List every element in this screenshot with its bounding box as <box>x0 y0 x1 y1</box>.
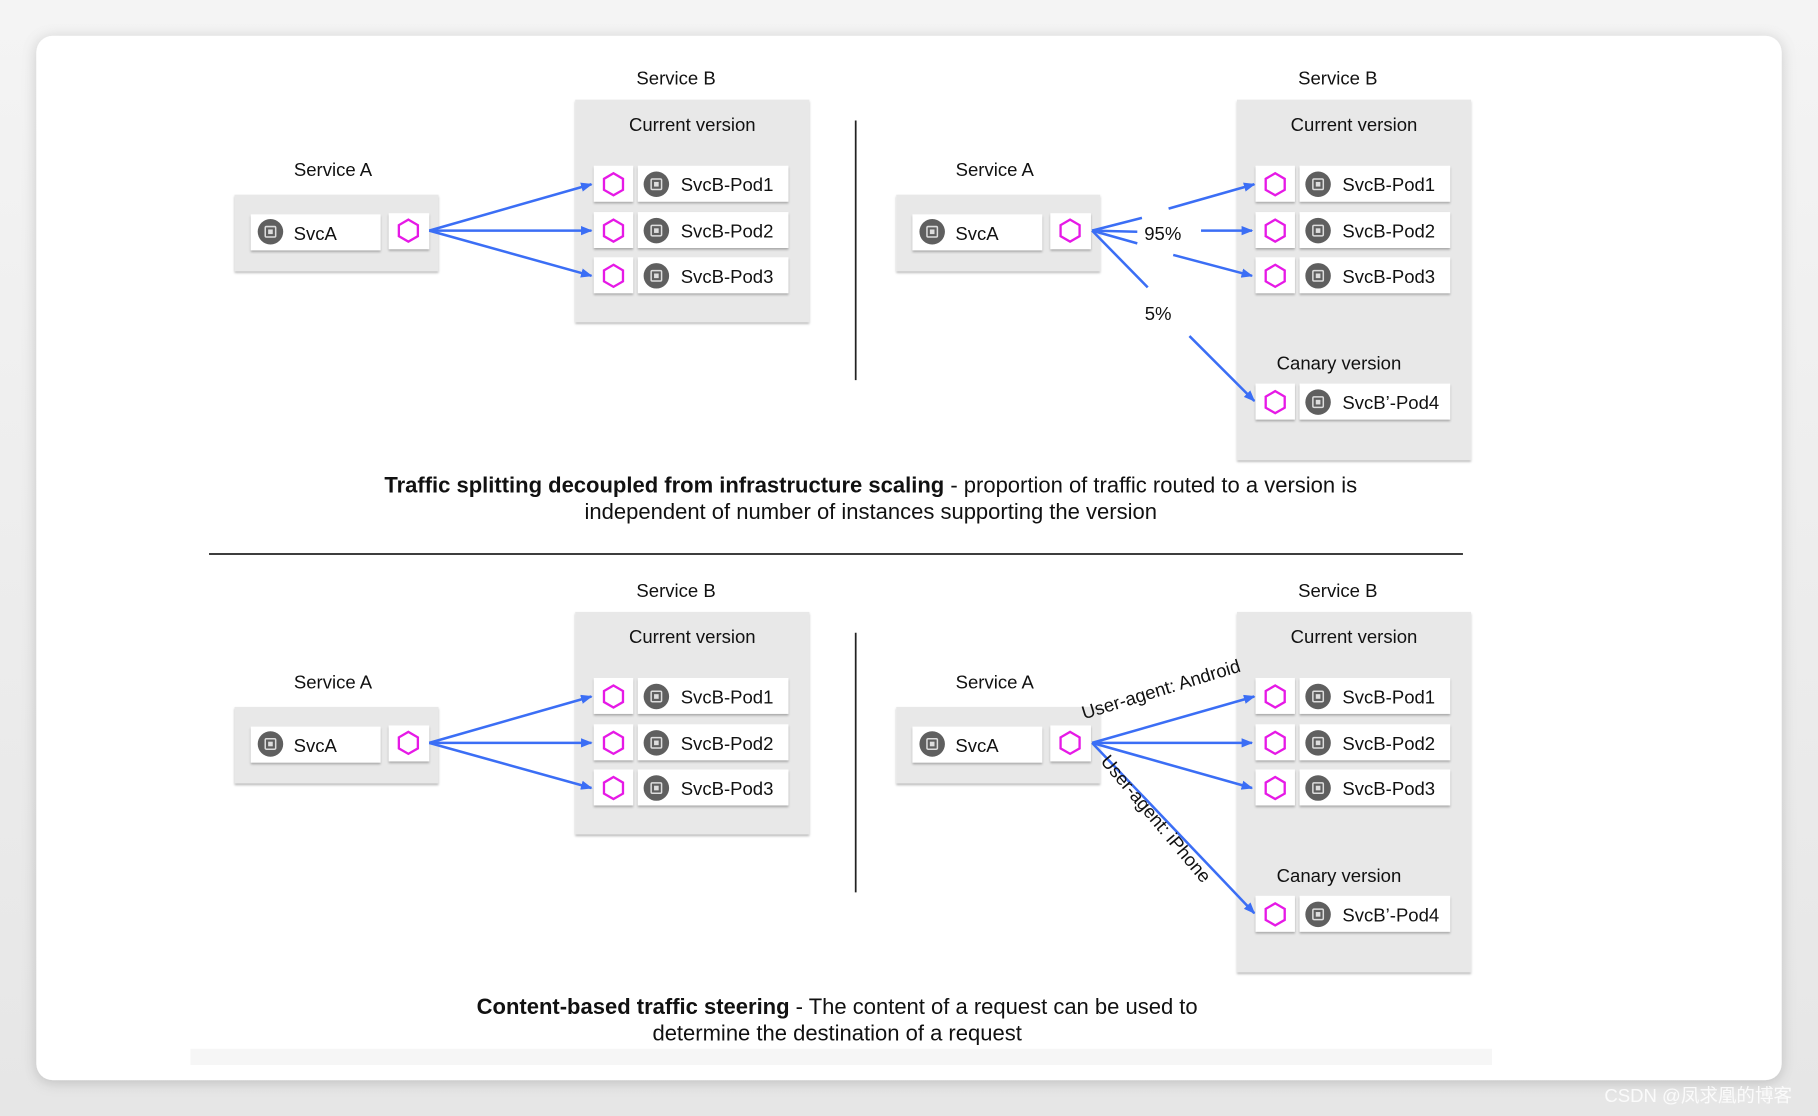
pod-row-2: SvcB-Pod2 <box>593 212 789 248</box>
canary-pod-row: SvcB’-Pod4 <box>1255 383 1451 420</box>
service-a-label: Service A <box>294 671 373 692</box>
caption-top-line2: independent of number of instances suppo… <box>585 499 1157 524</box>
pod-name: SvcB-Pod3 <box>681 266 774 287</box>
current-version-label: Current version <box>1291 114 1418 135</box>
pod-name: SvcB-Pod1 <box>681 686 774 707</box>
caption-bottom-line1: Content-based traffic steering - The con… <box>477 994 1198 1019</box>
pod-name: SvcB-Pod2 <box>1342 221 1435 242</box>
pod-row-1: SvcB-Pod1 <box>1255 165 1451 202</box>
pod-row-3: SvcB-Pod3 <box>593 769 789 806</box>
pod-chip-icon <box>643 263 670 289</box>
pod-name: SvcB-Pod2 <box>1342 733 1435 754</box>
pod-chip-icon <box>643 217 670 244</box>
pod-name: SvcB-Pod1 <box>1342 174 1435 195</box>
pod-name: SvcB-Pod3 <box>681 778 774 799</box>
current-version-label: Current version <box>1291 626 1418 647</box>
pod-chip-icon <box>1305 730 1331 756</box>
caption-top-bold: Traffic splitting decoupled from infrast… <box>384 473 944 498</box>
current-version-label: Current version <box>629 114 756 135</box>
pod-chip-icon <box>1305 901 1331 928</box>
pod-chip-icon <box>1305 263 1331 289</box>
pod-row-2: SvcB-Pod2 <box>593 724 789 761</box>
pod-row-3: SvcB-Pod3 <box>1255 769 1451 806</box>
service-a-label: Service A <box>956 159 1035 180</box>
service-b-label: Service B <box>636 68 715 89</box>
caption-bottom-line2: determine the destination of a request <box>652 1021 1021 1046</box>
pod-chip-icon <box>1305 171 1331 198</box>
pod-chip-icon <box>643 775 670 801</box>
service-mesh-diagram: Service A SvcA Service B Current version Svc… <box>36 35 1792 1106</box>
pod-row-1: SvcB-Pod1 <box>593 677 789 714</box>
split-canary-label: 5% <box>1145 303 1172 324</box>
pod-row-3: SvcB-Pod3 <box>1255 257 1451 294</box>
pod-chip-icon <box>257 219 284 245</box>
card <box>36 35 1782 1081</box>
pod-name: SvcB’-Pod4 <box>1342 904 1439 925</box>
service-a-label: Service A <box>294 159 373 180</box>
canary-pod-row: SvcB’-Pod4 <box>1255 895 1451 932</box>
pod-name: SvcB-Pod2 <box>681 221 774 242</box>
caption-top-rest: - proportion of traffic routed to a vers… <box>944 473 1357 498</box>
pod-chip-icon <box>257 731 284 757</box>
watermark: CSDN @凤求凰的博客 <box>1604 1085 1792 1106</box>
pod-chip-icon <box>919 731 945 757</box>
current-version-label: Current version <box>629 626 756 647</box>
pod-name: SvcB-Pod1 <box>681 174 774 195</box>
pod-chip-icon <box>1305 389 1331 415</box>
pod-chip-icon <box>919 219 945 245</box>
pod-name: SvcB-Pod1 <box>1342 686 1435 707</box>
bottom-strip <box>190 1048 1492 1066</box>
pod-row-2: SvcB-Pod2 <box>1255 212 1451 248</box>
svca-name: SvcA <box>294 735 338 756</box>
pod-name: SvcB-Pod3 <box>1342 266 1435 287</box>
pod-chip-icon <box>1305 683 1331 710</box>
pod-name: SvcB’-Pod4 <box>1342 392 1439 413</box>
pod-chip-icon <box>643 730 670 756</box>
pod-row-1: SvcB-Pod1 <box>593 165 789 202</box>
service-b-label: Service B <box>636 580 715 601</box>
pod-name: SvcB-Pod2 <box>681 733 774 754</box>
pod-chip-icon <box>643 171 670 198</box>
caption-bottom-rest: - The content of a request can be used t… <box>790 994 1198 1019</box>
service-b-label: Service B <box>1298 68 1377 89</box>
canary-version-label: Canary version <box>1277 865 1402 886</box>
pod-chip-icon <box>1305 775 1331 801</box>
pod-chip-icon <box>643 683 670 710</box>
pod-chip-icon <box>1305 217 1331 244</box>
canary-version-label: Canary version <box>1277 353 1402 374</box>
caption-top-line1: Traffic splitting decoupled from infrast… <box>384 473 1357 498</box>
pod-name: SvcB-Pod3 <box>1342 778 1435 799</box>
service-a-label: Service A <box>956 671 1035 692</box>
svca-name: SvcA <box>955 223 999 244</box>
svca-name: SvcA <box>955 735 999 756</box>
pod-row-2: SvcB-Pod2 <box>1255 724 1451 761</box>
pod-row-3: SvcB-Pod3 <box>593 257 789 294</box>
pod-row-1: SvcB-Pod1 <box>1255 677 1451 714</box>
caption-bottom-bold: Content-based traffic steering <box>477 994 790 1019</box>
split-main-label: 95% <box>1144 223 1181 244</box>
service-b-label: Service B <box>1298 580 1377 601</box>
svca-name: SvcA <box>294 223 338 244</box>
